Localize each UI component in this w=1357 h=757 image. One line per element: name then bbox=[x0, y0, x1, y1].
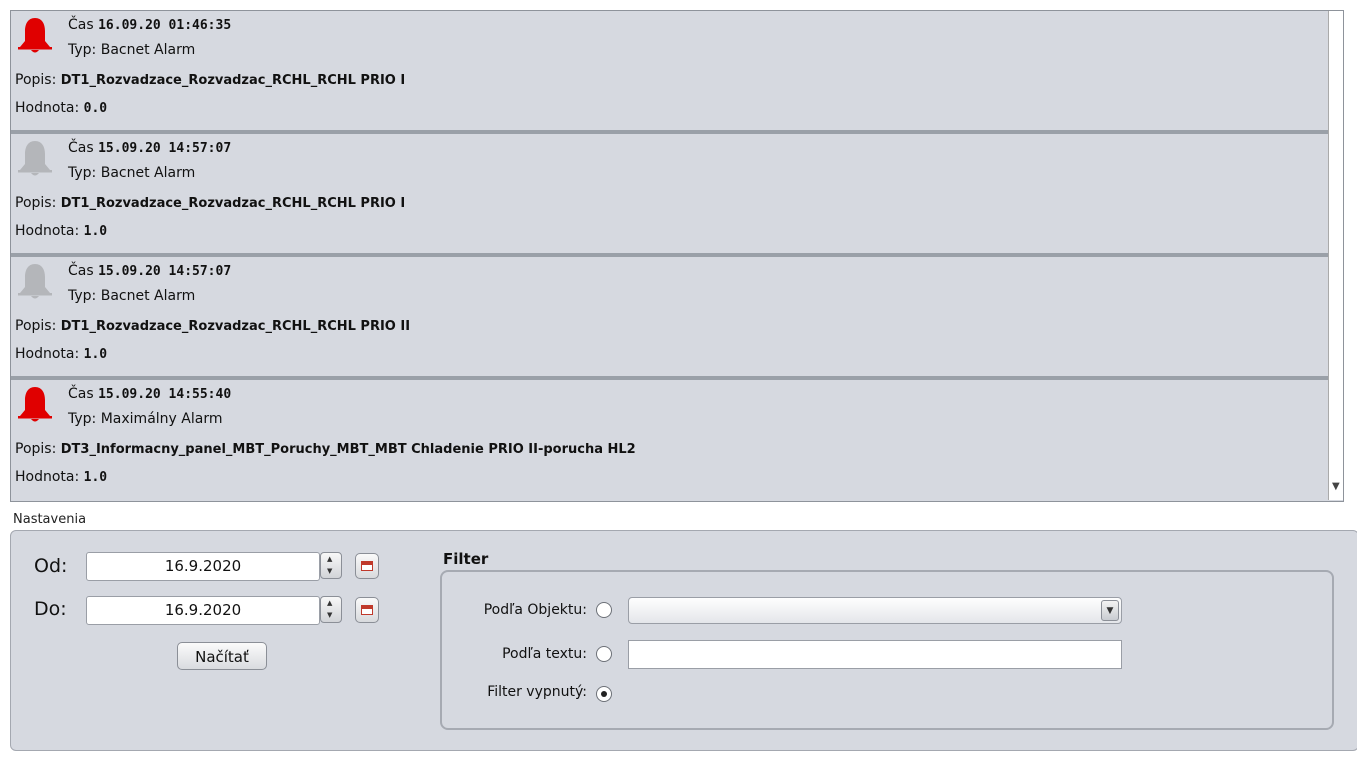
object-select[interactable]: ▼ bbox=[628, 597, 1122, 624]
filter-by-text-label: Podľa textu: bbox=[502, 646, 587, 662]
alarm-value-row: Hodnota: 1.0 bbox=[15, 346, 107, 362]
filter-by-object-label: Podľa Objektu: bbox=[483, 602, 587, 618]
alarm-time-label: Čas bbox=[68, 17, 94, 33]
alarm-type-label: Typ: bbox=[68, 411, 97, 427]
alarm-value-row: Hodnota: 1.0 bbox=[15, 223, 107, 239]
settings-title: Nastavenia bbox=[13, 512, 87, 527]
alarm-value: 1.0 bbox=[83, 224, 108, 239]
calendar-icon bbox=[361, 561, 373, 571]
alarm-time-row: Čas 15.09.20 14:55:40 bbox=[68, 386, 231, 402]
from-date-spinner[interactable]: ▲ ▼ bbox=[320, 552, 342, 579]
bell-icon bbox=[17, 15, 53, 55]
alarm-time-row: Čas 15.09.20 14:57:07 bbox=[68, 263, 231, 279]
spinner-down-icon[interactable]: ▼ bbox=[327, 611, 332, 619]
alarm-item[interactable]: Čas 15.09.20 14:55:40 Typ: Maximálny Alar… bbox=[11, 380, 1343, 499]
alarm-desc-row: Popis: DT1_Rozvadzace_Rozvadzac_RCHL_RCH… bbox=[15, 318, 410, 334]
alarm-time-row: Čas 16.09.20 01:46:35 bbox=[68, 17, 231, 33]
alarm-time: 15.09.20 14:57:07 bbox=[98, 141, 232, 156]
alarm-desc: DT1_Rozvadzace_Rozvadzac_RCHL_RCHL PRIO … bbox=[60, 73, 406, 88]
alarm-type-row: Typ: Bacnet Alarm bbox=[68, 288, 195, 304]
bell-icon bbox=[17, 384, 53, 424]
chevron-down-icon[interactable]: ▼ bbox=[1101, 600, 1119, 621]
alarm-type: Bacnet Alarm bbox=[100, 42, 196, 58]
to-date-field[interactable]: 16.9.2020 bbox=[86, 596, 320, 625]
alarm-value: 1.0 bbox=[83, 347, 108, 362]
alarm-value-label: Hodnota: bbox=[15, 469, 80, 485]
alarm-time: 15.09.20 14:55:40 bbox=[98, 387, 232, 402]
alarm-value-label: Hodnota: bbox=[15, 346, 80, 362]
alarm-type: Maximálny Alarm bbox=[100, 411, 223, 427]
alarm-desc-row: Popis: DT1_Rozvadzace_Rozvadzac_RCHL_RCH… bbox=[15, 72, 405, 88]
from-date-field[interactable]: 16.9.2020 bbox=[86, 552, 320, 581]
alarm-type-row: Typ: Bacnet Alarm bbox=[68, 42, 195, 58]
alarm-time: 16.09.20 01:46:35 bbox=[98, 18, 232, 33]
load-button[interactable]: Načítať bbox=[177, 642, 267, 670]
to-date-spinner[interactable]: ▲ ▼ bbox=[320, 596, 342, 623]
alarm-type-row: Typ: Maximálny Alarm bbox=[68, 411, 222, 427]
to-label: Do: bbox=[34, 598, 67, 620]
alarm-desc-label: Popis: bbox=[15, 441, 57, 457]
alarm-list[interactable]: Čas 16.09.20 01:46:35 Typ: Bacnet Alarm Po… bbox=[10, 10, 1344, 502]
to-calendar-button[interactable] bbox=[355, 597, 379, 623]
alarm-type: Bacnet Alarm bbox=[100, 165, 196, 181]
alarm-list-scrollbar[interactable]: ▼ bbox=[1328, 11, 1343, 500]
alarm-time-label: Čas bbox=[68, 263, 94, 279]
calendar-icon bbox=[361, 605, 373, 615]
alarm-type-label: Typ: bbox=[68, 288, 97, 304]
alarm-value-label: Hodnota: bbox=[15, 223, 80, 239]
filter-by-text-radio[interactable] bbox=[596, 646, 612, 662]
alarm-type-row: Typ: Bacnet Alarm bbox=[68, 165, 195, 181]
alarm-desc-label: Popis: bbox=[15, 72, 57, 88]
from-label: Od: bbox=[34, 555, 68, 577]
filter-text-input[interactable] bbox=[628, 640, 1122, 669]
filter-off-radio[interactable] bbox=[596, 686, 612, 702]
alarm-value: 1.0 bbox=[83, 470, 108, 485]
alarm-value-row: Hodnota: 0.0 bbox=[15, 100, 107, 116]
alarm-value-label: Hodnota: bbox=[15, 100, 80, 116]
alarm-time: 15.09.20 14:57:07 bbox=[98, 264, 232, 279]
filter-by-object-radio[interactable] bbox=[596, 602, 612, 618]
filter-title: Filter bbox=[443, 550, 489, 568]
alarm-desc-row: Popis: DT3_Informacny_panel_MBT_Poruchy_… bbox=[15, 441, 636, 457]
alarm-desc-label: Popis: bbox=[15, 318, 57, 334]
bell-icon bbox=[17, 138, 53, 178]
alarm-time-label: Čas bbox=[68, 140, 94, 156]
alarm-time-row: Čas 15.09.20 14:57:07 bbox=[68, 140, 231, 156]
scroll-down-icon[interactable]: ▼ bbox=[1332, 481, 1340, 492]
alarm-type-label: Typ: bbox=[68, 42, 97, 58]
spinner-down-icon[interactable]: ▼ bbox=[327, 567, 332, 575]
alarm-type-label: Typ: bbox=[68, 165, 97, 181]
alarm-item[interactable]: Čas 15.09.20 14:57:07 Typ: Bacnet Alarm Po… bbox=[11, 257, 1343, 380]
alarm-value: 0.0 bbox=[83, 101, 108, 116]
alarm-desc: DT1_Rozvadzace_Rozvadzac_RCHL_RCHL PRIO … bbox=[60, 196, 406, 211]
alarm-value-row: Hodnota: 1.0 bbox=[15, 469, 107, 485]
alarm-time-label: Čas bbox=[68, 386, 94, 402]
filter-off-label: Filter vypnutý: bbox=[487, 684, 587, 700]
alarm-item[interactable]: Čas 15.09.20 14:57:07 Typ: Bacnet Alarm Po… bbox=[11, 134, 1343, 257]
from-calendar-button[interactable] bbox=[355, 553, 379, 579]
alarm-type: Bacnet Alarm bbox=[100, 288, 196, 304]
alarm-desc-row: Popis: DT1_Rozvadzace_Rozvadzac_RCHL_RCH… bbox=[15, 195, 405, 211]
bell-icon bbox=[17, 261, 53, 301]
spinner-up-icon[interactable]: ▲ bbox=[327, 599, 332, 607]
alarm-desc-label: Popis: bbox=[15, 195, 57, 211]
alarm-desc: DT3_Informacny_panel_MBT_Poruchy_MBT_MBT… bbox=[60, 442, 636, 457]
alarm-desc: DT1_Rozvadzace_Rozvadzac_RCHL_RCHL PRIO … bbox=[60, 319, 411, 334]
spinner-up-icon[interactable]: ▲ bbox=[327, 555, 332, 563]
alarm-item[interactable]: Čas 16.09.20 01:46:35 Typ: Bacnet Alarm Po… bbox=[11, 11, 1343, 134]
